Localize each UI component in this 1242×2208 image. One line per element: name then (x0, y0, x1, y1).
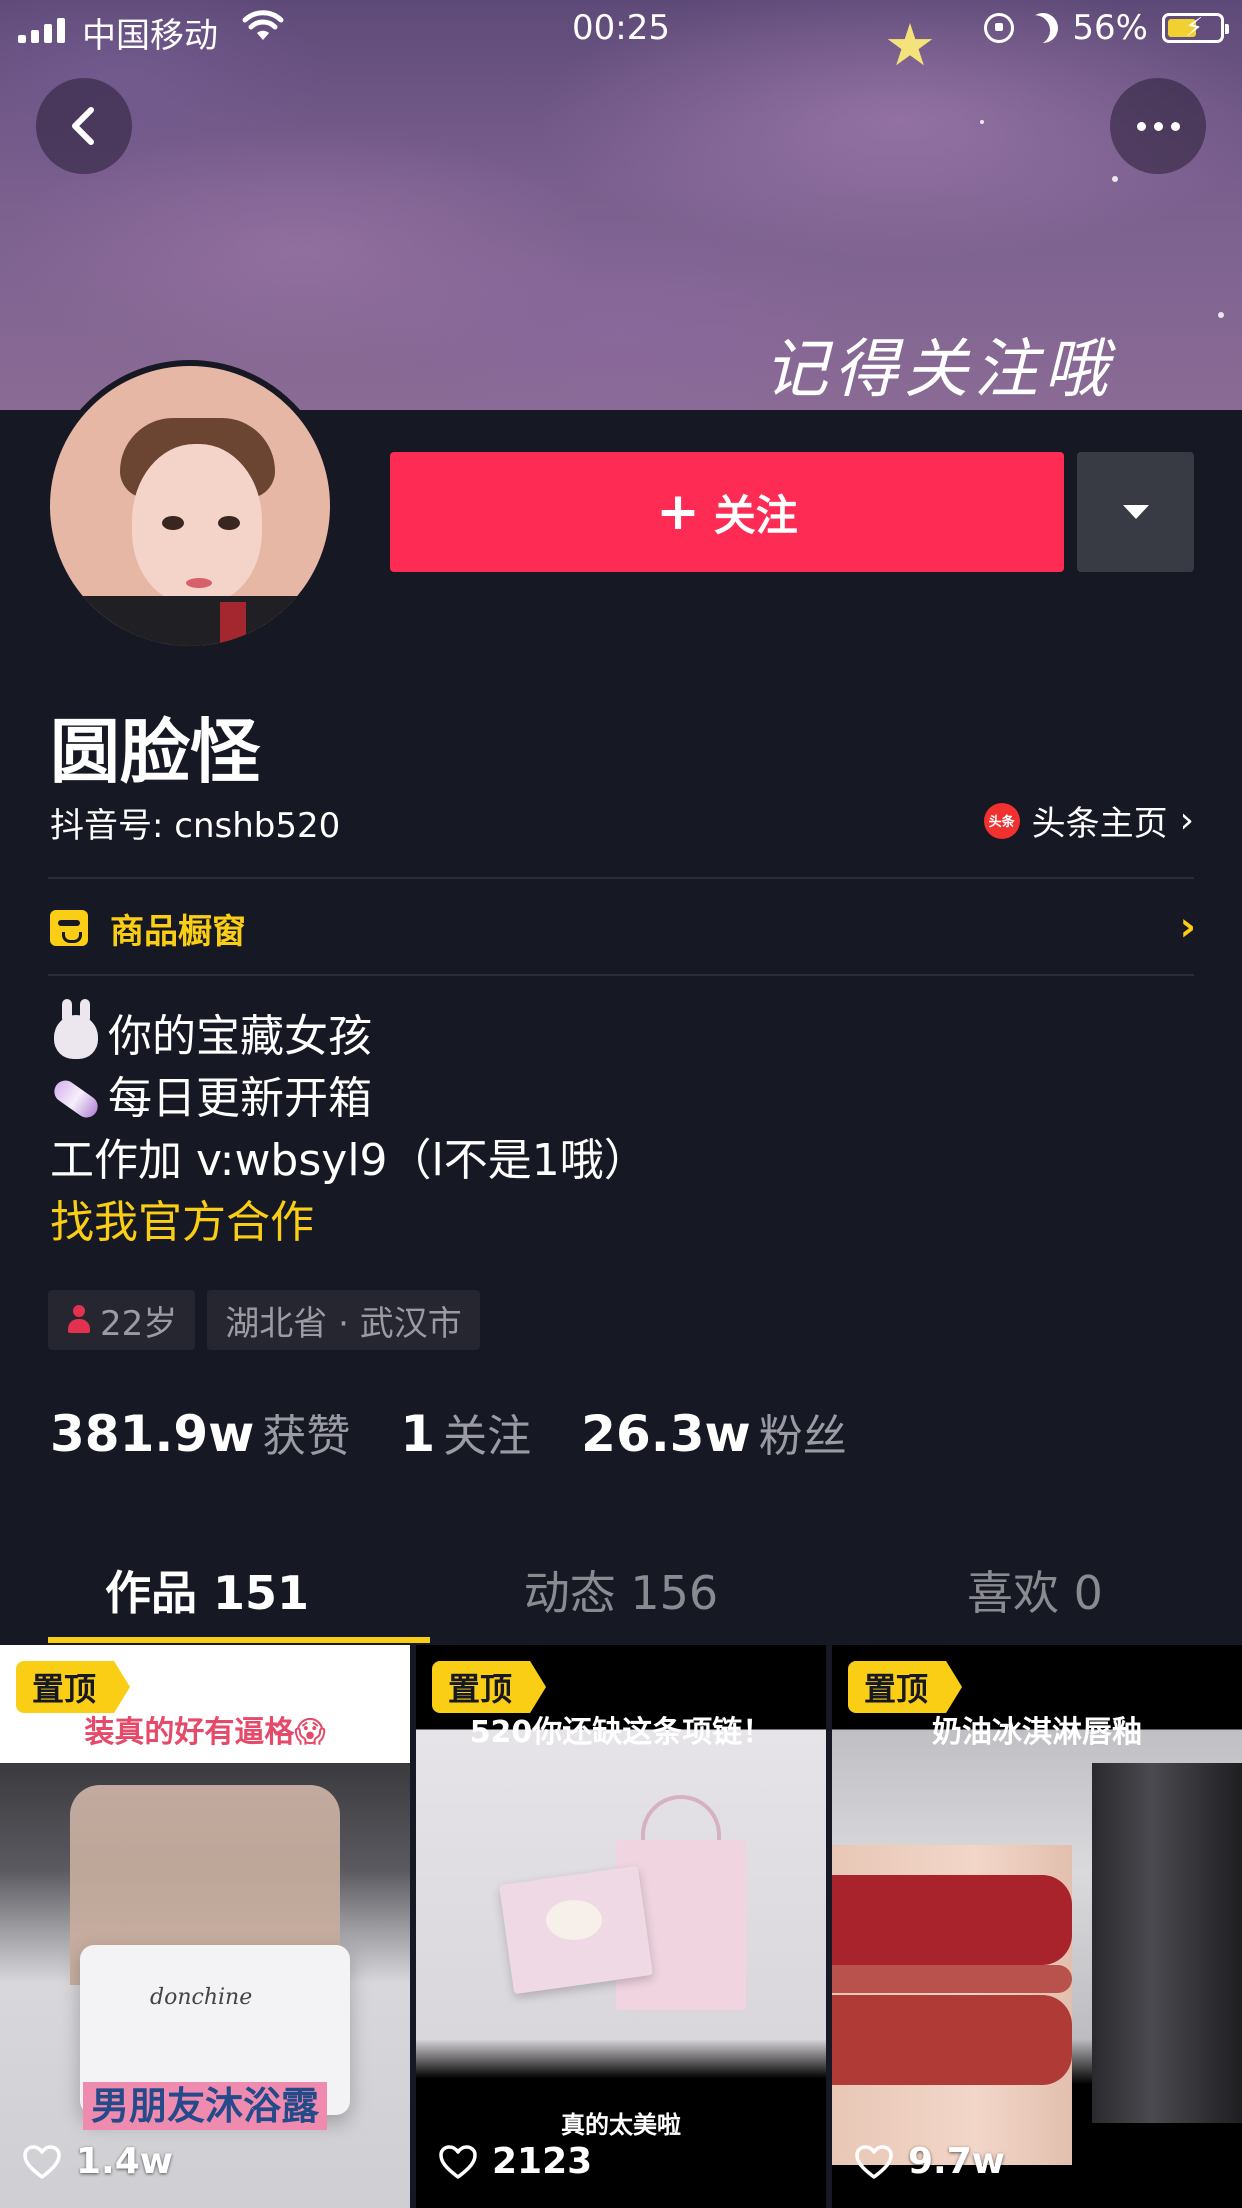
shop-window-label: 商品橱窗 (110, 911, 246, 952)
avatar-ribbon (220, 602, 246, 646)
star-dot (1112, 176, 1118, 182)
chevron-left-icon (72, 107, 94, 145)
bio: 你的宝藏女孩 每日更新开箱 工作加 v:wbsyl9（l不是1哦） 找我官方合作 (50, 999, 648, 1254)
profile-stats: 381.9w 获赞 1 关注 26.3w 粉丝 (50, 1400, 897, 1464)
pinned-badge: 置顶 (16, 1661, 131, 1713)
bio-line: 每日更新开箱 (50, 1068, 648, 1130)
stat-label: 获赞 (262, 1411, 351, 1462)
location-text: 湖北省 · 武汉市 (225, 1303, 462, 1344)
follow-label: 关注 (713, 490, 798, 540)
video-thumbnail[interactable]: 520你还缺这条项链！ 真的太美啦 置顶 2123 (416, 1645, 826, 2208)
pinned-badge: 置顶 (432, 1661, 547, 1713)
toutiao-label: 头条主页 (1031, 804, 1168, 844)
bag-brand-text: donchine (150, 1985, 253, 2010)
heart-outline-icon (23, 2144, 61, 2179)
douyin-id: 抖音号: cnshb520 (50, 806, 341, 846)
do-not-disturb-moon-icon (1023, 8, 1064, 49)
stat-followers[interactable]: 26.3w 粉丝 (581, 1400, 847, 1464)
stat-label: 关注 (443, 1411, 532, 1462)
female-person-icon (66, 1305, 92, 1335)
candy-emoji-icon (50, 1073, 102, 1125)
age-text: 22岁 (100, 1303, 178, 1344)
like-count: 9.7w (854, 2141, 1005, 2182)
avatar-eye (218, 516, 240, 530)
battery-icon: ⚡ (1162, 13, 1229, 43)
stat-value: 1 (400, 1405, 436, 1463)
like-count: 1.4w (22, 2141, 173, 2182)
pinned-badge: 置顶 (848, 1661, 963, 1713)
tab-likes[interactable]: 喜欢 0 (828, 1540, 1242, 1640)
tab-works[interactable]: 作品 151 (0, 1540, 414, 1640)
video-grid: 装真的好有逼格😱 donchine 男朋友沐浴露 置顶 1.4w 520你还缺这… (0, 1645, 1242, 2208)
star-dot (980, 120, 984, 124)
rotation-lock-icon (984, 13, 1015, 43)
location-tag: 湖北省 · 武汉市 (207, 1290, 480, 1350)
toutiao-logo-icon: 头条 (983, 802, 1020, 839)
stat-following[interactable]: 1 关注 (400, 1400, 531, 1464)
divider (48, 877, 1194, 879)
avatar[interactable] (44, 360, 336, 652)
like-count-text: 1.4w (76, 2141, 174, 2182)
lip-swatch (832, 1875, 1072, 1965)
more-options-button[interactable] (1110, 78, 1206, 174)
toutiao-homepage-link[interactable]: 头条 头条主页 › (983, 796, 1194, 845)
content-tabs: 作品 151 动态 156 喜欢 0 (0, 1540, 1242, 1640)
back-button[interactable] (36, 78, 132, 174)
bio-text: 你的宝藏女孩 (108, 1011, 372, 1062)
heart-outline-icon (439, 2144, 477, 2179)
follow-button[interactable]: + 关注 (390, 452, 1064, 572)
tab-updates[interactable]: 动态 156 (414, 1540, 828, 1640)
rabbit-emoji-icon (50, 999, 102, 1063)
profile-banner: ★ 记得关注哦 (0, 0, 1242, 410)
star-dot (1218, 312, 1224, 318)
like-count-text: 9.7w (908, 2141, 1006, 2182)
official-cooperation-link[interactable]: 找我官方合作 (50, 1192, 648, 1254)
video-caption-text: 男朋友沐浴露 (82, 2082, 327, 2130)
chevron-right-icon: › (1179, 800, 1194, 841)
avatar-eye (162, 516, 184, 530)
video-caption: 男朋友沐浴露 (0, 2075, 410, 2130)
lip-swatch (832, 1965, 1072, 1993)
stat-label: 粉丝 (758, 1411, 847, 1462)
stat-likes: 381.9w 获赞 (50, 1400, 350, 1464)
divider (48, 974, 1194, 976)
heart-outline-icon (855, 2144, 893, 2179)
profile-tags: 22岁 湖北省 · 武汉市 (48, 1290, 480, 1350)
stat-value: 26.3w (581, 1405, 751, 1463)
plus-icon: + (656, 482, 700, 542)
bio-text: 每日更新开箱 (108, 1073, 372, 1124)
like-count: 2123 (438, 2141, 592, 2182)
charging-bolt-icon: ⚡ (1185, 13, 1204, 43)
triangle-down-icon (1122, 505, 1149, 519)
age-tag: 22岁 (48, 1290, 196, 1350)
thumbnail-curtain (1092, 1763, 1242, 2123)
bio-line: 工作加 v:wbsyl9（l不是1哦） (50, 1130, 648, 1192)
video-thumbnail[interactable]: 奶油冰淇淋唇釉 置顶 9.7w (832, 1645, 1242, 2208)
avatar-jacket (50, 596, 330, 646)
battery-percent: 56% (1072, 8, 1148, 48)
video-thumbnail[interactable]: 装真的好有逼格😱 donchine 男朋友沐浴露 置顶 1.4w (0, 1645, 410, 2208)
bio-line: 你的宝藏女孩 (50, 999, 648, 1068)
active-tab-indicator (48, 1637, 430, 1643)
nickname: 圆脸怪 (50, 711, 260, 793)
shop-window-row[interactable]: 商品橱窗 › (50, 900, 1196, 956)
status-bar: 中国移动 00:25 56% ⚡ (0, 0, 1242, 60)
like-count-text: 2123 (492, 2141, 593, 2182)
shop-bag-icon (50, 910, 88, 946)
more-dots-icon (1133, 121, 1184, 131)
thumbnail-bow (546, 1900, 602, 1940)
status-right-group: 56% ⚡ (984, 8, 1229, 49)
recommend-dropdown-button[interactable] (1077, 452, 1194, 572)
video-caption: 真的太美啦 (561, 2111, 681, 2139)
lip-swatch (832, 1995, 1072, 2085)
stat-value: 381.9w (50, 1405, 255, 1463)
chevron-right-icon: › (1179, 904, 1196, 950)
bio-text: 工作加 v:wbsyl9（l不是1哦） (50, 1135, 648, 1186)
bio-link-text: 找我官方合作 (50, 1197, 314, 1248)
avatar-lips (186, 578, 212, 588)
banner-text: 记得关注哦 (764, 333, 1114, 407)
